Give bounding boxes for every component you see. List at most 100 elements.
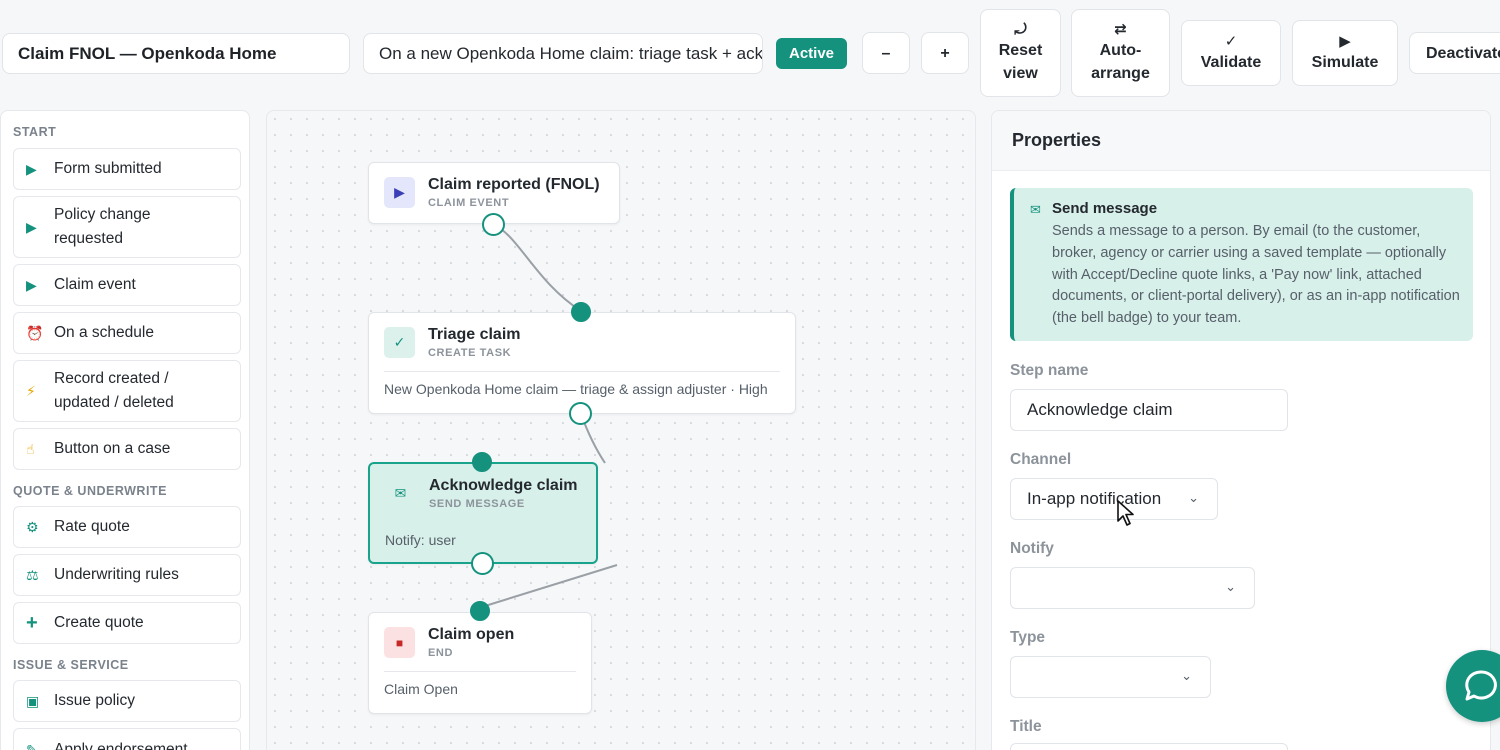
document-icon: ▣: [26, 693, 40, 709]
chevron-down-icon: ⌄: [1181, 668, 1192, 683]
status-badge: Active: [776, 38, 847, 69]
toolbar: Claim FNOL — Openkoda Home On a new Open…: [0, 0, 1500, 100]
auto-arrange-label: Auto-arrange: [1091, 42, 1150, 82]
properties-panel: Properties ✉ Send message Sends a messag…: [991, 110, 1491, 750]
node-title: Triage claim: [428, 326, 521, 343]
palette-item-label: Apply endorsement: [54, 741, 188, 750]
zoom-in-button[interactable]: +: [921, 32, 969, 74]
section-label-start: START: [13, 125, 57, 139]
play-icon: ▶: [26, 277, 37, 293]
palette-item-form-submitted[interactable]: ▶ Form submitted: [13, 148, 241, 190]
palette-item-underwriting[interactable]: ⚖ Underwriting rules: [13, 554, 241, 596]
chat-button[interactable]: [1446, 650, 1500, 722]
alarm-clock-icon: ⏰: [26, 325, 44, 341]
edge-claim-to-triage: [493, 224, 582, 312]
palette-item-record-change[interactable]: ⚡ Record created / updated / deleted: [13, 360, 241, 422]
node-type: CREATE TASK: [428, 347, 512, 359]
node-type: END: [428, 647, 454, 659]
simulate-button[interactable]: ▶ Simulate: [1292, 20, 1398, 86]
palette-item-rate-quote[interactable]: ⚙ Rate quote: [13, 506, 241, 548]
lightning-icon: ⚡: [26, 383, 36, 399]
palette-item-issue-policy[interactable]: ▣ Issue policy: [13, 680, 241, 722]
play-icon: ▶: [26, 161, 37, 177]
simulate-label: Simulate: [1311, 53, 1379, 71]
input-port[interactable]: [470, 601, 490, 621]
step-info-box: ✉ Send message Sends a message to a pers…: [1010, 188, 1473, 341]
node-detail: New Openkoda Home claim — triage & assig…: [384, 381, 768, 397]
edge-acknowledge-to-end: [484, 564, 618, 607]
palette-item-label: Policy change requested: [54, 206, 151, 247]
palette-item-label: Issue policy: [54, 692, 135, 709]
node-type: SEND MESSAGE: [429, 498, 525, 510]
input-port[interactable]: [472, 452, 492, 472]
palette-item-label: Button on a case: [54, 440, 171, 457]
palette-item-label: On a schedule: [54, 324, 154, 341]
reset-view-button[interactable]: ⤾ Reset view: [980, 9, 1061, 97]
chevron-down-icon: ⌄: [1225, 579, 1236, 594]
node-detail: Notify: user: [385, 532, 456, 548]
section-label-quote: QUOTE & UNDERWRITE: [13, 484, 167, 498]
info-title: Send message: [1052, 200, 1158, 217]
auto-arrange-button[interactable]: ⇄ Auto-arrange: [1071, 9, 1170, 97]
type-label: Type: [1010, 629, 1046, 646]
node-divider: [384, 371, 780, 372]
node-divider: [384, 671, 576, 672]
checkmark-icon: ✓: [1224, 32, 1238, 50]
mouse-cursor-icon: [1117, 500, 1134, 526]
palette-item-policy-change[interactable]: ▶ Policy change requested: [13, 196, 241, 258]
node-title: Claim reported (FNOL): [428, 176, 600, 193]
properties-title: Properties: [992, 111, 1490, 171]
node-detail: Claim Open: [384, 681, 458, 697]
workflow-canvas[interactable]: ▶ Claim reported (FNOL) CLAIM EVENT ✓ Tr…: [266, 110, 976, 750]
output-port[interactable]: [471, 552, 494, 575]
reset-icon: ⤾: [1014, 21, 1027, 38]
palette-item-schedule[interactable]: ⏰ On a schedule: [13, 312, 241, 354]
workflow-description-input[interactable]: On a new Openkoda Home claim: triage tas…: [363, 33, 763, 74]
reset-view-label: Reset view: [998, 42, 1043, 82]
title-label: Title: [1010, 718, 1042, 735]
chat-bubble-icon: [1465, 670, 1497, 701]
envelope-icon: ✉: [1030, 202, 1041, 217]
envelope-icon: ✉: [394, 485, 407, 501]
step-palette-sidebar: START ▶ Form submitted ▶ Policy change r…: [0, 110, 250, 750]
channel-value: In-app notification: [1027, 489, 1162, 508]
deactivate-button[interactable]: Deactivate: [1409, 32, 1500, 74]
validate-button[interactable]: ✓ Validate: [1181, 20, 1281, 86]
info-description: Sends a message to a person. By email (t…: [1052, 223, 1460, 327]
input-port[interactable]: [571, 302, 591, 322]
output-port[interactable]: [569, 402, 592, 425]
zoom-out-button[interactable]: –: [862, 32, 910, 74]
palette-item-label: Form submitted: [54, 160, 162, 177]
notify-label: Notify: [1010, 540, 1054, 557]
step-name-input[interactable]: Acknowledge claim: [1010, 389, 1288, 431]
checkmark-icon: ✓: [384, 327, 415, 358]
gear-icon: ⚙: [26, 519, 39, 535]
node-claim-open[interactable]: ■ Claim open END Claim Open: [368, 612, 592, 714]
scales-icon: ⚖: [26, 567, 39, 583]
node-type: CLAIM EVENT: [428, 197, 510, 209]
palette-item-button-on-case[interactable]: ☝ Button on a case: [13, 428, 241, 470]
palette-item-label: Claim event: [54, 276, 136, 293]
channel-select[interactable]: In-app notification ⌄: [1010, 478, 1218, 520]
chevron-down-icon: ⌄: [1188, 490, 1199, 505]
step-name-label: Step name: [1010, 362, 1089, 379]
play-icon: ▶: [26, 219, 37, 235]
type-select[interactable]: ⌄: [1010, 656, 1211, 698]
arrange-icon: ⇄: [1114, 21, 1127, 38]
node-title: Acknowledge claim: [429, 477, 578, 494]
node-acknowledge-claim[interactable]: ✉ Acknowledge claim SEND MESSAGE Notify:…: [368, 462, 598, 564]
palette-item-claim-event[interactable]: ▶ Claim event: [13, 264, 241, 306]
node-triage-claim[interactable]: ✓ Triage claim CREATE TASK New Openkoda …: [368, 312, 796, 414]
play-icon: ▶: [384, 177, 415, 208]
palette-item-endorsement[interactable]: ✎ Apply endorsement: [13, 728, 241, 750]
stop-icon: ■: [384, 627, 415, 658]
palette-item-create-quote[interactable]: + Create quote: [13, 602, 241, 644]
notify-select[interactable]: ⌄: [1010, 567, 1255, 609]
validate-label: Validate: [1200, 53, 1262, 71]
workflow-name-input[interactable]: Claim FNOL — Openkoda Home: [2, 33, 350, 74]
palette-item-label: Record created / updated / deleted: [54, 370, 174, 411]
output-port[interactable]: [482, 213, 505, 236]
palette-item-label: Rate quote: [54, 518, 130, 535]
title-input[interactable]: [1010, 743, 1288, 750]
play-icon: ▶: [1339, 32, 1351, 50]
